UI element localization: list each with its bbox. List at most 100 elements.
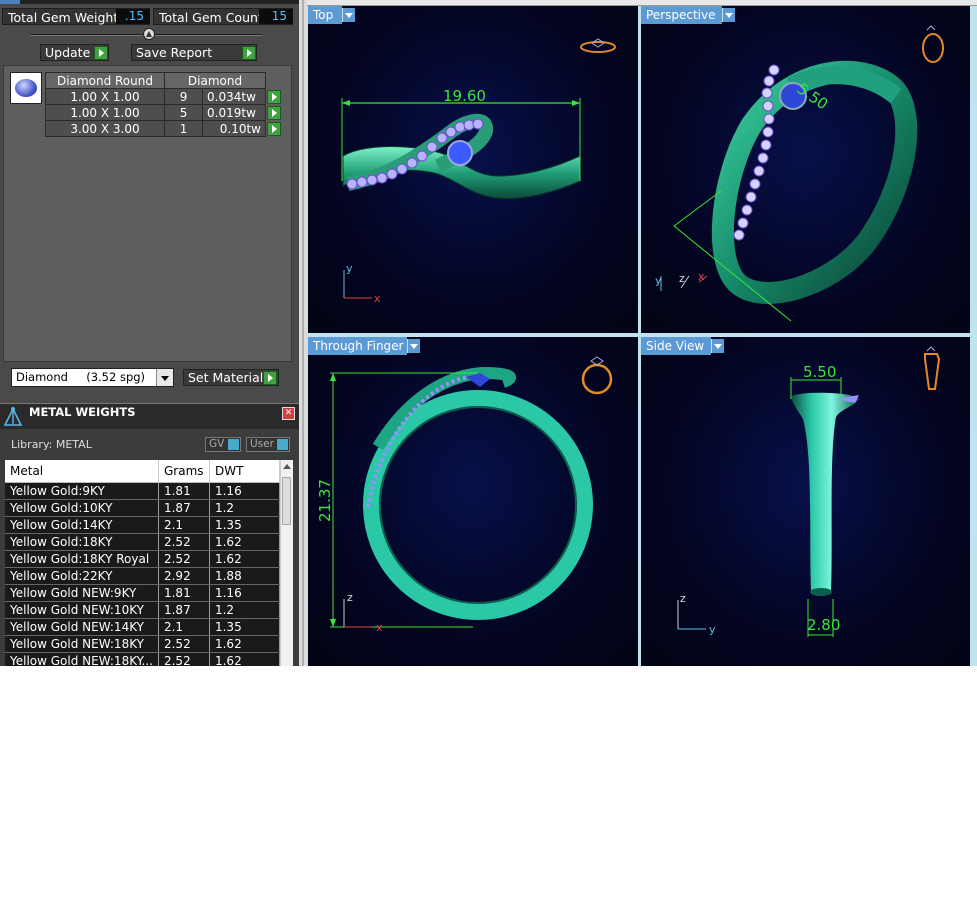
metal-cell-grams: 2.52: [158, 652, 210, 666]
total-gem-weight-label: Total Gem Weight .15: [2, 8, 150, 25]
slider-handle-icon[interactable]: ▲: [143, 28, 155, 40]
viewport-top[interactable]: 19.60 y x Top: [308, 6, 638, 333]
gem-stone-icon: [436, 132, 448, 144]
set-material-button[interactable]: Set Material: [183, 369, 279, 386]
gem-stone-icon: [757, 152, 769, 164]
gem-row[interactable]: 3.00 X 3.00 1 0.10tw: [45, 120, 283, 137]
through-finger-view-label[interactable]: Through Finger: [308, 337, 420, 355]
gem-stone-icon: [749, 178, 761, 190]
metal-cell-grams: 2.92: [158, 567, 210, 585]
metal-cell-metal: Yellow Gold:18KY Royal: [5, 550, 159, 568]
metal-cell-grams: 2.1: [158, 618, 210, 636]
chevron-down-icon[interactable]: [156, 369, 173, 386]
gem-size: 1.00 X 1.00: [45, 88, 165, 105]
gem-count: 1: [163, 120, 204, 137]
table-row[interactable]: Yellow Gold:14KY 2.1 1.35: [5, 516, 280, 534]
metal-weights-header: METAL WEIGHTS ✕: [0, 403, 299, 430]
gem-stone-icon: [356, 176, 368, 188]
close-icon[interactable]: ✕: [282, 407, 295, 420]
top-dimension: 19.60: [443, 87, 486, 105]
table-row[interactable]: Yellow Gold NEW:18KY... 2.52 1.62: [5, 652, 280, 666]
ring-side-icon: [924, 346, 941, 390]
metal-cell-grams: 2.52: [158, 635, 210, 653]
viewport-through-finger[interactable]: 21.37 z x Through Finger: [308, 337, 638, 666]
metal-cell-metal: Yellow Gold:22KY: [5, 567, 159, 585]
gem-stone-icon: [416, 150, 428, 162]
metal-cell-dwt: 1.16: [209, 584, 280, 602]
axis-z-label: z: [347, 591, 353, 604]
metal-cell-metal: Yellow Gold:18KY: [5, 533, 159, 551]
top-view-label[interactable]: Top: [308, 6, 355, 24]
gem-weight: 0.019tw: [202, 104, 266, 121]
gem-row-play-icon[interactable]: [266, 89, 283, 105]
table-row[interactable]: Yellow Gold:10KY 1.87 1.2: [5, 499, 280, 517]
app-window: Total Gem Weight .15 Total Gem Count 15 …: [0, 0, 977, 666]
metal-cell-dwt: 1.62: [209, 635, 280, 653]
gem-count: 9: [163, 88, 204, 105]
gem-stone-icon: [472, 118, 484, 130]
metal-cell-dwt: 1.62: [209, 652, 280, 666]
table-row[interactable]: Yellow Gold NEW:18KY 2.52 1.62: [5, 635, 280, 653]
panel-splitter[interactable]: [299, 0, 307, 666]
gem-row-play-icon[interactable]: [266, 105, 283, 121]
metal-table-scrollbar[interactable]: [280, 460, 293, 666]
metal-cell-metal: Yellow Gold NEW:10KY: [5, 601, 159, 619]
scroll-up-icon[interactable]: [283, 464, 291, 469]
scroll-thumb[interactable]: [282, 477, 291, 525]
col-metal[interactable]: Metal: [5, 460, 159, 483]
chevron-down-icon[interactable]: [722, 8, 735, 22]
table-row[interactable]: Yellow Gold NEW:14KY 2.1 1.35: [5, 618, 280, 636]
viewport-perspective[interactable]: 5.50 y z x Perspective: [641, 6, 970, 333]
metal-cell-grams: 2.1: [158, 516, 210, 534]
gem-size: 1.00 X 1.00: [45, 104, 165, 121]
ring-perspective-icon: [922, 25, 944, 63]
save-report-button[interactable]: Save Report: [131, 44, 257, 61]
user-toggle[interactable]: User: [246, 437, 290, 452]
metal-weights-body: Library: METAL GV User Metal Grams DWT Y: [0, 429, 299, 666]
gem-row[interactable]: 1.00 X 1.00 9 0.034tw: [45, 88, 283, 105]
gem-stone-icon: [406, 157, 418, 169]
diamond-round-icon[interactable]: [10, 72, 42, 104]
col-dwt[interactable]: DWT: [209, 460, 280, 483]
metal-cell-dwt: 1.16: [209, 482, 280, 500]
chevron-down-icon[interactable]: [407, 339, 420, 353]
gem-row[interactable]: 1.00 X 1.00 5 0.019tw: [45, 104, 283, 121]
metal-cell-metal: Yellow Gold NEW:9KY: [5, 584, 159, 602]
metal-cell-metal: Yellow Gold NEW:14KY: [5, 618, 159, 636]
perspective-view-label[interactable]: Perspective: [641, 6, 735, 24]
table-row[interactable]: Yellow Gold:18KY Royal 2.52 1.62: [5, 550, 280, 568]
gem-stone-icon: [396, 163, 408, 175]
gem-header-type: Diamond: [164, 72, 266, 89]
table-row[interactable]: Yellow Gold NEW:9KY 1.81 1.16: [5, 584, 280, 602]
chevron-down-icon[interactable]: [711, 339, 724, 353]
update-button[interactable]: Update: [40, 44, 109, 61]
table-row[interactable]: Yellow Gold:22KY 2.92 1.88: [5, 567, 280, 585]
table-row[interactable]: Yellow Gold:18KY 2.52 1.62: [5, 533, 280, 551]
gem-stone-icon: [463, 119, 475, 131]
metal-cell-dwt: 1.2: [209, 499, 280, 517]
side-dimension-bottom: 2.80: [807, 616, 840, 634]
through-finger-render: 21.37 z x: [316, 356, 613, 634]
material-select[interactable]: Diamond (3.52 spg): [11, 368, 174, 387]
viewport-side-view[interactable]: 5.50 2.80 z y Side View: [641, 337, 970, 666]
col-grams[interactable]: Grams: [158, 460, 210, 483]
gem-stone-icon: [768, 64, 780, 76]
metal-cell-dwt: 1.35: [209, 618, 280, 636]
gem-stone-icon: [733, 229, 745, 241]
metal-weights-title: METAL WEIGHTS: [29, 405, 136, 419]
gem-stone-icon: [346, 178, 358, 190]
table-row[interactable]: Yellow Gold:9KY 1.81 1.16: [5, 482, 280, 500]
metal-table: Metal Grams DWT Yellow Gold:9KY 1.81 1.16 Y…: [5, 460, 280, 666]
metal-cell-metal: Yellow Gold:10KY: [5, 499, 159, 517]
gv-toggle[interactable]: GV: [205, 437, 241, 452]
metal-cell-grams: 2.52: [158, 550, 210, 568]
axis-y-label: y: [346, 262, 353, 275]
table-row[interactable]: Yellow Gold NEW:10KY 1.87 1.2: [5, 601, 280, 619]
gem-stone-icon: [376, 172, 388, 184]
metal-cell-grams: 1.87: [158, 601, 210, 619]
gem-row-play-icon[interactable]: [266, 121, 283, 137]
axis-y-label: y: [709, 623, 716, 636]
chevron-down-icon[interactable]: [342, 8, 355, 22]
side-view-label[interactable]: Side View: [641, 337, 724, 355]
gem-weight: 0.034tw: [202, 88, 266, 105]
